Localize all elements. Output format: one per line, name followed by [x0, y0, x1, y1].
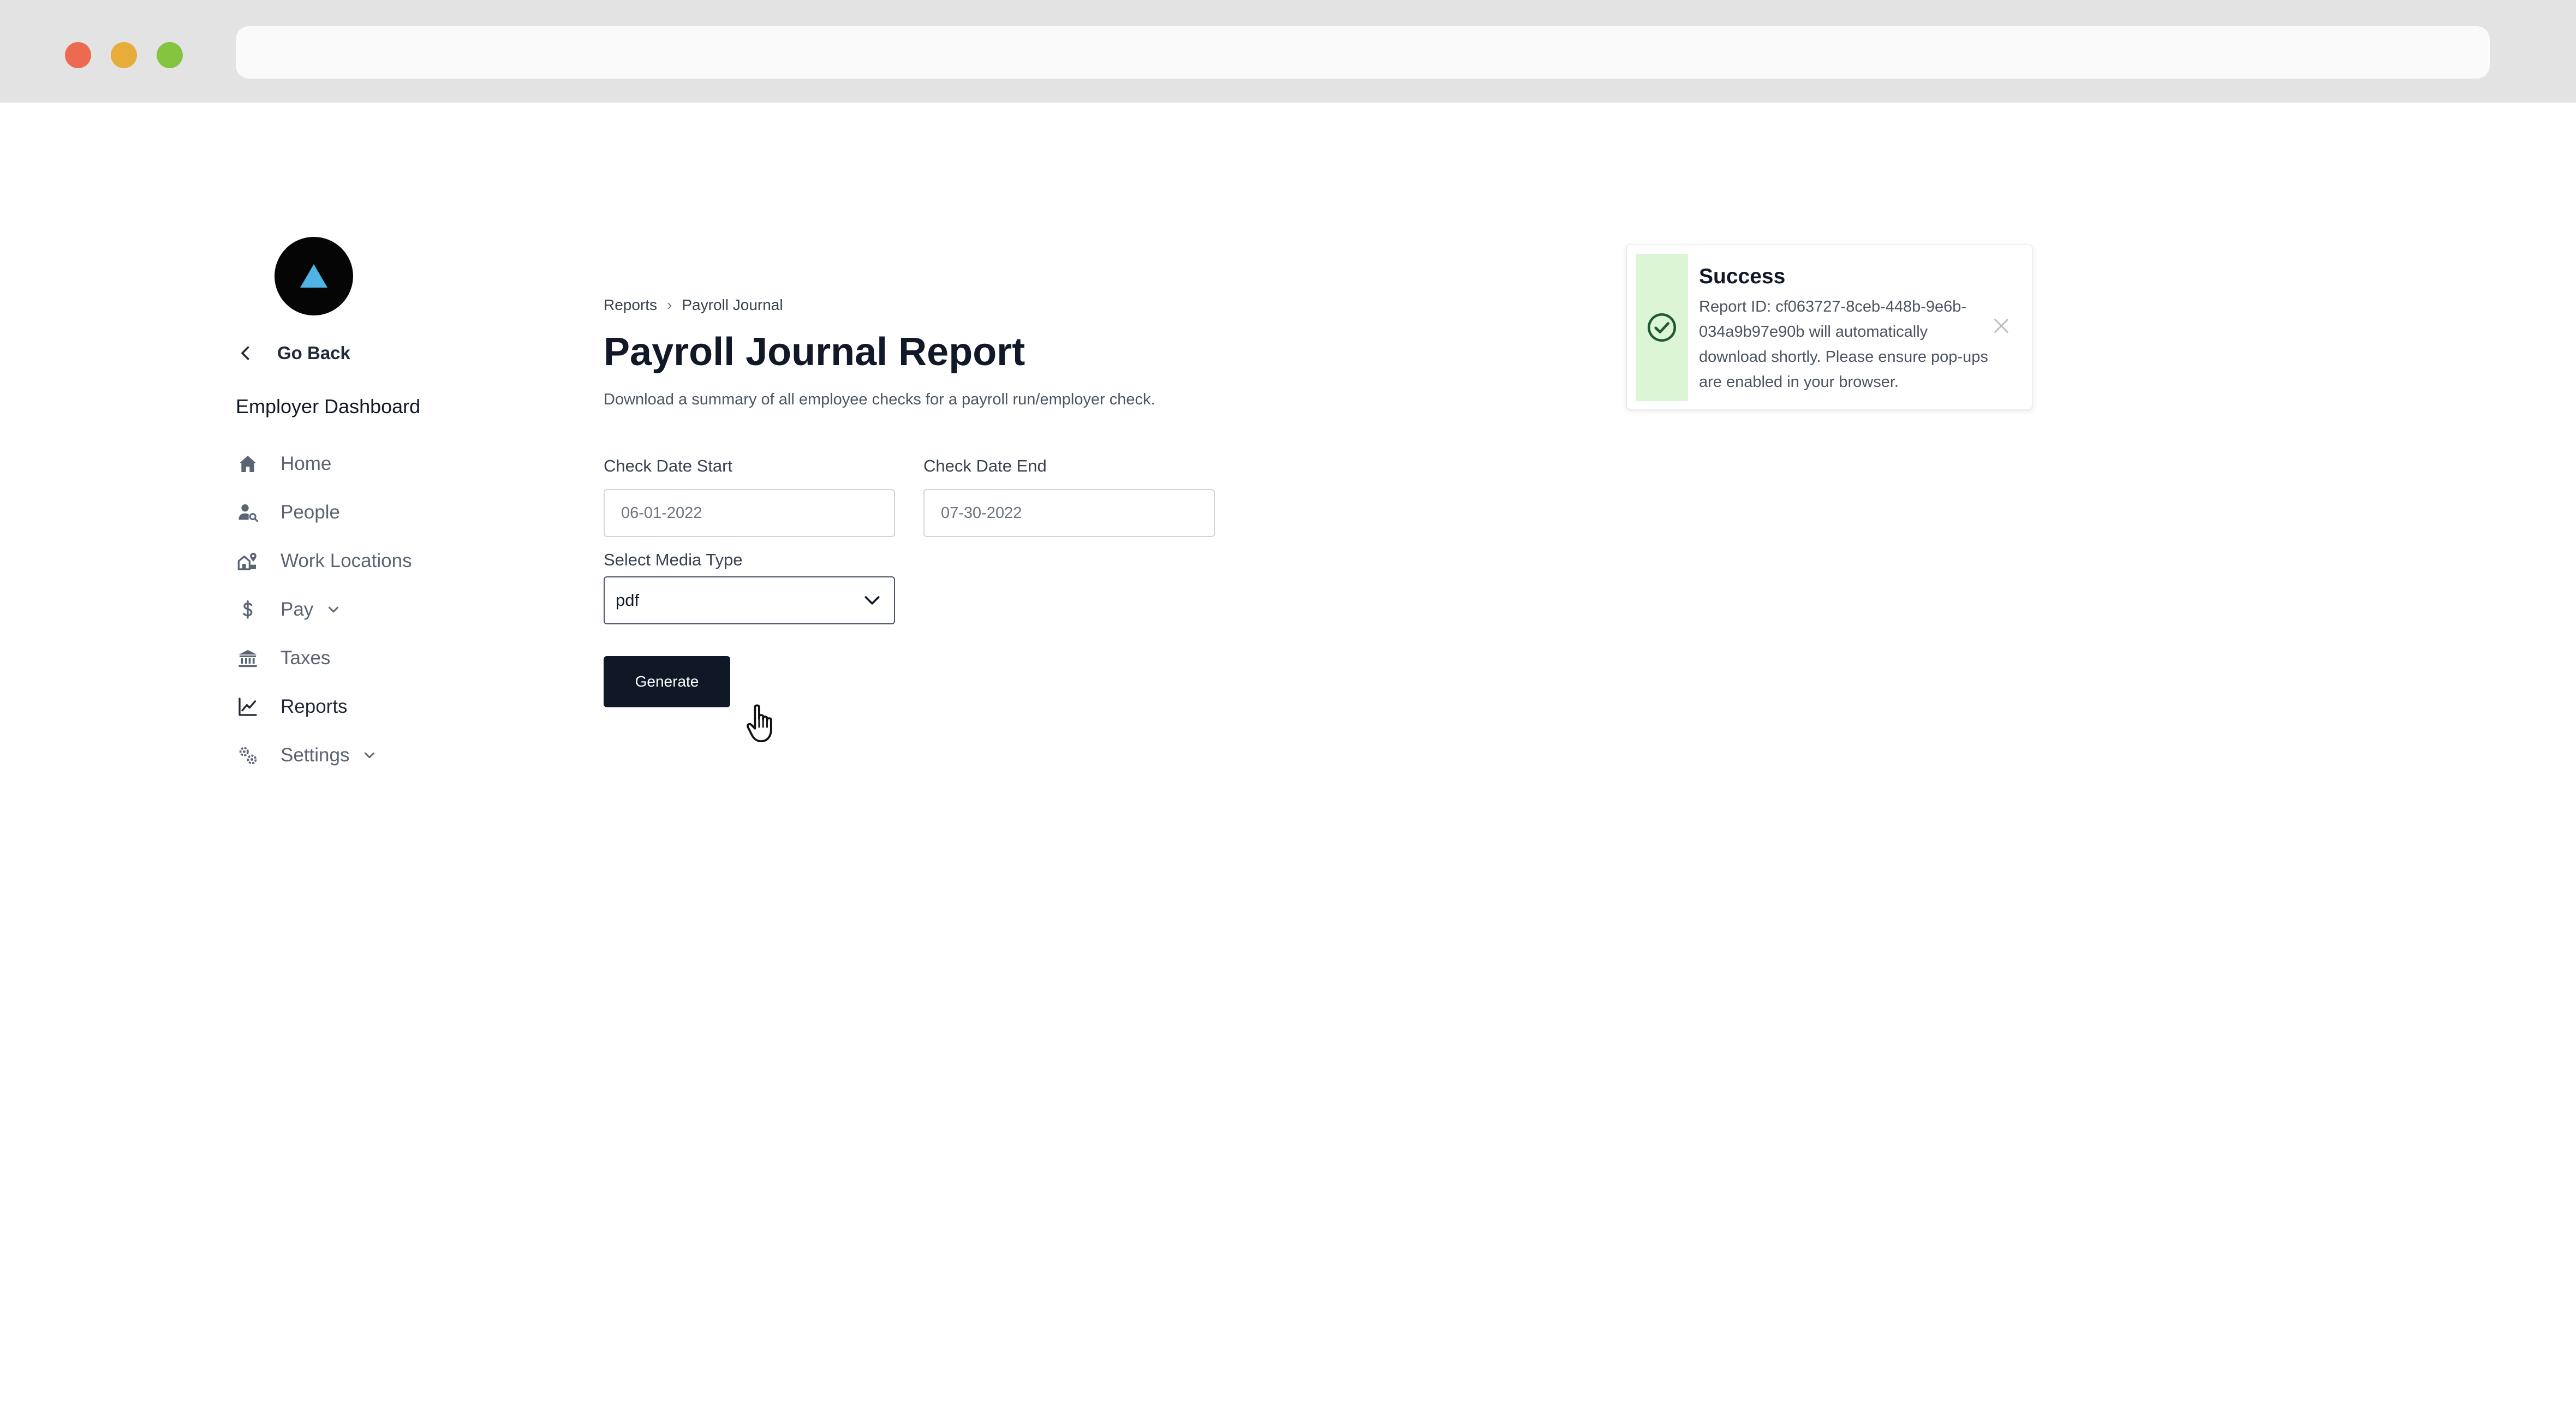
toast-status-band — [1636, 254, 1688, 401]
sidebar-item-label: People — [281, 502, 340, 523]
breadcrumb-item-current: Payroll Journal — [682, 296, 783, 313]
breadcrumb-separator: › — [667, 296, 672, 313]
chevron-down-icon — [864, 596, 880, 605]
close-window-button[interactable] — [65, 42, 91, 68]
sidebar-item-label: Reports — [281, 696, 348, 717]
go-back-button[interactable]: Go Back — [236, 339, 350, 367]
gears-icon — [239, 747, 257, 765]
chevron-down-icon[interactable] — [325, 601, 342, 618]
sidebar-item-label: Home — [281, 453, 332, 474]
sidebar-item-settings[interactable]: Settings — [236, 740, 378, 771]
check-circle-icon — [1648, 313, 1676, 342]
toast-message: Report ID: cf063727-8ceb-448b-9e6b-034a9… — [1699, 298, 1988, 391]
home-icon — [240, 456, 256, 472]
page-description: Download a summary of all employee check… — [604, 391, 1155, 408]
work-locations-icon — [237, 553, 257, 570]
page-title: Payroll Journal Report — [604, 330, 1025, 374]
toast-title: Success — [1699, 265, 1786, 288]
sidebar-item-label: Work Locations — [281, 550, 412, 571]
check-date-end-label: Check Date End — [923, 456, 1047, 475]
sidebar-item-label: Pay — [281, 599, 314, 620]
dashboard-title: Employer Dashboard — [236, 395, 421, 418]
breadcrumb-item-reports[interactable]: Reports — [604, 296, 657, 314]
triangle-logo-icon — [300, 264, 327, 288]
chevron-down-icon[interactable] — [361, 747, 378, 764]
check-date-start-label: Check Date Start — [604, 456, 733, 475]
sidebar-item-reports[interactable]: Reports — [236, 691, 348, 722]
success-toast: Success Report ID: cf063727-8ceb-448b-9e… — [1626, 245, 2032, 409]
app-logo — [275, 237, 353, 315]
sidebar-item-label: Taxes — [281, 647, 331, 669]
close-icon[interactable] — [1992, 317, 2011, 335]
media-type-value: pdf — [616, 591, 640, 610]
check-date-end-input[interactable] — [923, 489, 1215, 537]
dollar-icon — [243, 600, 253, 619]
go-back-label: Go Back — [277, 343, 350, 363]
sidebar-item-home[interactable]: Home — [236, 449, 331, 479]
sidebar-item-taxes[interactable]: Taxes — [236, 643, 330, 673]
minimize-window-button[interactable] — [111, 42, 137, 68]
chart-line-icon — [238, 697, 257, 716]
check-date-start-input[interactable] — [604, 489, 895, 537]
people-search-icon — [238, 504, 258, 522]
hand-cursor-icon — [746, 704, 772, 742]
sidebar-item-label: Settings — [281, 744, 350, 766]
chevron-left-icon — [241, 346, 249, 360]
media-type-select[interactable]: pdf — [604, 576, 895, 624]
address-bar[interactable] — [236, 26, 2490, 79]
sidebar-item-work-locations[interactable]: Work Locations — [236, 546, 412, 576]
browser-chrome — [0, 0, 2576, 103]
breadcrumb: Reports › Payroll Journal — [604, 296, 783, 314]
sidebar-item-pay[interactable]: Pay — [236, 594, 342, 625]
maximize-window-button[interactable] — [157, 42, 183, 68]
bank-icon — [238, 650, 257, 667]
generate-button[interactable]: Generate — [604, 656, 730, 707]
sidebar-item-people[interactable]: People — [236, 497, 340, 528]
media-type-label: Select Media Type — [604, 550, 743, 569]
